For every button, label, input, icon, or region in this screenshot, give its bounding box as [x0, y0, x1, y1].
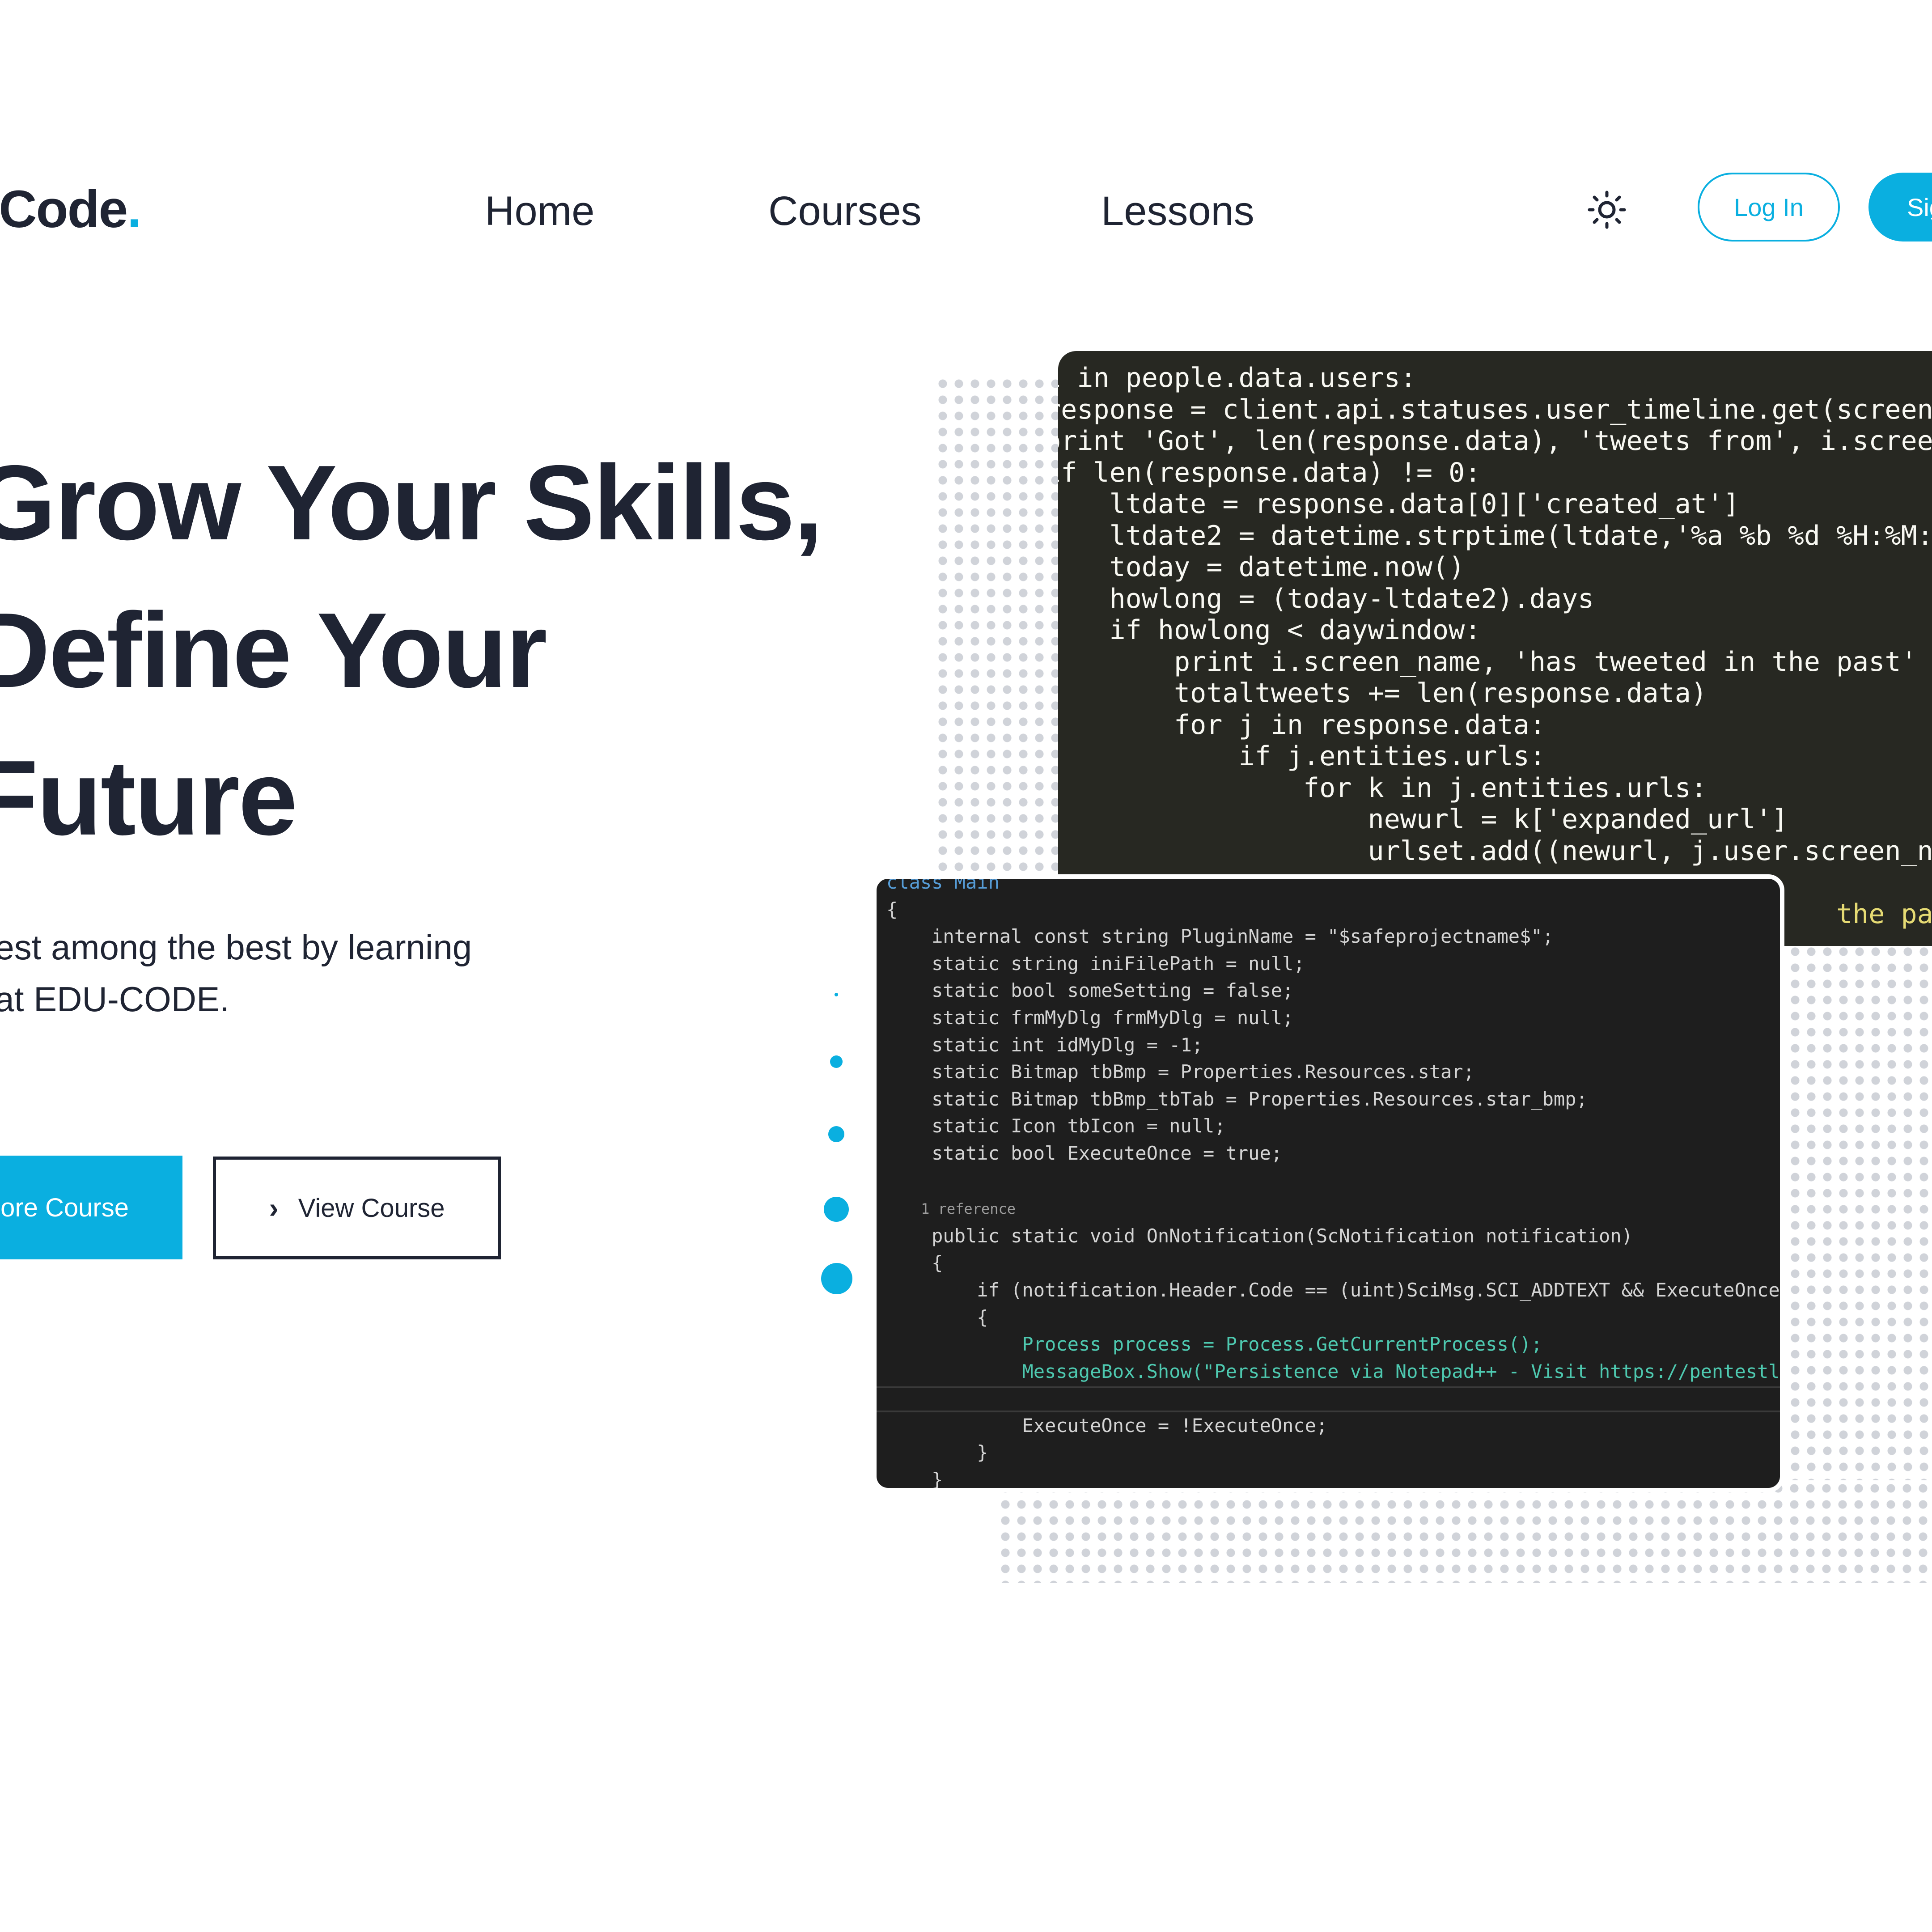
python-code: i in people.data.users: response = clien…	[1058, 362, 1932, 930]
csharp-code: class Main { internal const string Plugi…	[886, 874, 1784, 1491]
hero-title: Grow Your Skills, Define Your Future	[0, 429, 868, 872]
view-course-button[interactable]: › View Course	[213, 1157, 501, 1259]
dot-pattern	[997, 1480, 1932, 1583]
hero-subtitle-line: de at EDU-CODE.	[0, 979, 229, 1019]
decor-dot	[828, 1126, 844, 1142]
view-course-label: View Course	[298, 1193, 445, 1223]
decor-dot	[821, 1263, 852, 1294]
decor-dot	[830, 1055, 843, 1068]
nav-lessons[interactable]: Lessons	[1101, 188, 1254, 235]
code-screenshot-csharp: class Main { internal const string Plugi…	[872, 874, 1784, 1492]
nav-courses[interactable]: Courses	[768, 188, 922, 235]
decor-dot	[835, 993, 838, 996]
logo[interactable]: -Code.	[0, 179, 142, 240]
login-button[interactable]: Log In	[1698, 173, 1840, 242]
code-screenshot-python: i in people.data.users: response = clien…	[1058, 351, 1932, 946]
dot-pattern	[935, 376, 1069, 894]
hero-title-line: Future	[0, 739, 297, 857]
hero-subtitle: e best among the best by learning de at …	[0, 921, 617, 1025]
hero-title-line: Grow Your Skills,	[0, 444, 823, 562]
explore-course-button[interactable]: ore Course	[0, 1156, 182, 1259]
hero-subtitle-line: e best among the best by learning	[0, 928, 472, 967]
signup-button[interactable]: Sig	[1868, 173, 1932, 242]
nav-home[interactable]: Home	[485, 188, 594, 235]
chevron-right-icon: ›	[269, 1192, 279, 1224]
decor-dot	[824, 1197, 849, 1222]
dot-pattern	[1771, 944, 1932, 1480]
logo-text: -Code	[0, 180, 128, 239]
sun-icon[interactable]	[1587, 190, 1627, 230]
logo-dot: .	[127, 180, 142, 239]
hero-title-line: Define Your	[0, 591, 547, 710]
